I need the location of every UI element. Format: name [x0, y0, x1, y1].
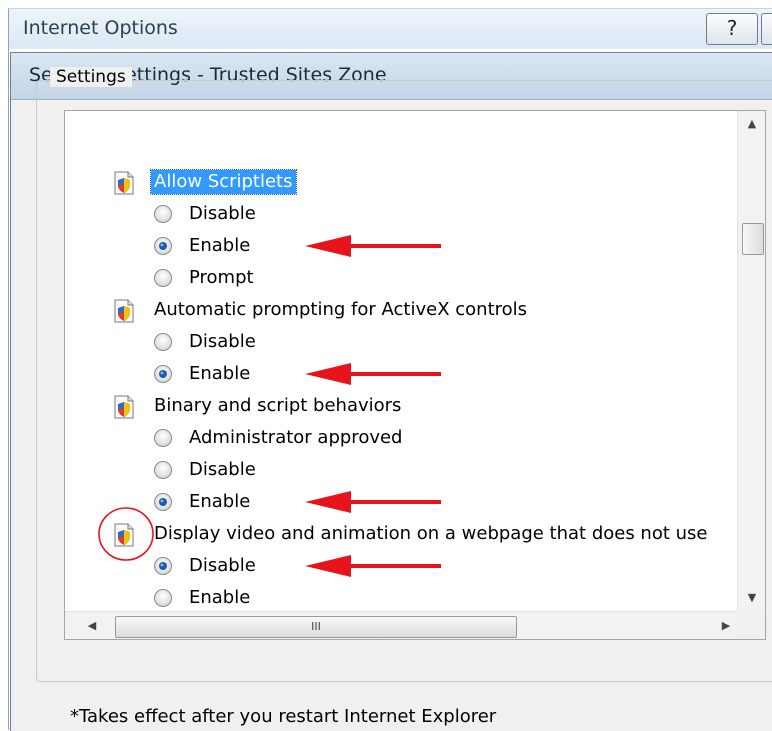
setting-option-label: Enable: [189, 235, 251, 256]
setting-option-label: Enable: [189, 587, 251, 608]
shield-settings-icon: [113, 395, 135, 419]
setting-option-label: Enable: [189, 363, 251, 384]
setting-category-label: Display video and animation on a webpage…: [154, 523, 708, 544]
internet-options-window: Internet Options ? Security Settings - T…: [0, 0, 772, 731]
shield-settings-icon: [113, 299, 135, 323]
red-arrow-annotation: [305, 551, 445, 581]
radio-button[interactable]: [153, 428, 173, 448]
scrollbar-corner: [737, 611, 765, 639]
radio-button[interactable]: [153, 588, 173, 608]
setting-category-row[interactable]: Display video and animation on a webpage…: [65, 518, 737, 550]
radio-button[interactable]: [153, 268, 173, 288]
settings-tree-viewport: Allow Scriptlets Disable Enable Prompt Autom…: [65, 111, 737, 611]
setting-option-row[interactable]: Prompt: [65, 262, 737, 294]
radio-button[interactable]: [153, 460, 173, 480]
setting-option-label: Enable: [189, 491, 251, 512]
setting-option-row[interactable]: Disable: [65, 198, 737, 230]
settings-tree-list[interactable]: Allow Scriptlets Disable Enable Prompt Autom…: [64, 110, 766, 640]
scroll-right-button[interactable]: ▶: [713, 612, 739, 639]
setting-option-label: Disable: [189, 555, 256, 576]
outer-window-title: Internet Options: [23, 17, 178, 39]
setting-option-row[interactable]: Administrator approved: [65, 422, 737, 454]
close-button[interactable]: [761, 13, 772, 45]
scroll-up-button[interactable]: ▲: [738, 111, 765, 137]
radio-button-checked[interactable]: [153, 364, 173, 384]
radio-button-checked[interactable]: [153, 236, 173, 256]
vertical-scroll-thumb[interactable]: [742, 223, 764, 255]
radio-button-checked[interactable]: [153, 556, 173, 576]
red-arrow-annotation: [305, 359, 445, 389]
setting-category-row[interactable]: Automatic prompting for ActiveX controls: [65, 294, 737, 326]
setting-option-label: Disable: [189, 459, 256, 480]
setting-option-label: Administrator approved: [189, 427, 403, 448]
setting-category-label: Allow Scriptlets: [150, 169, 297, 195]
setting-option-row[interactable]: Enable: [65, 582, 737, 611]
setting-option-label: Disable: [189, 331, 256, 352]
radio-button[interactable]: [153, 204, 173, 224]
setting-option-row[interactable]: Disable: [65, 454, 737, 486]
setting-category-row[interactable]: Binary and script behaviors: [65, 390, 737, 422]
shield-settings-icon: [113, 171, 135, 195]
scroll-down-button[interactable]: ▼: [738, 585, 765, 611]
scroll-left-button[interactable]: ◀: [79, 612, 105, 639]
setting-category-row[interactable]: Allow Scriptlets: [65, 166, 737, 198]
setting-category-label: Automatic prompting for ActiveX controls: [154, 299, 528, 320]
outer-window-border: [8, 48, 9, 730]
setting-option-label: Prompt: [189, 267, 254, 288]
setting-option-row[interactable]: Disable: [65, 326, 737, 358]
setting-option-label: Disable: [189, 203, 256, 224]
radio-button[interactable]: [153, 332, 173, 352]
setting-category-label: Binary and script behaviors: [154, 395, 402, 416]
vertical-scrollbar[interactable]: ▲ ▼: [737, 111, 765, 611]
horizontal-scroll-thumb[interactable]: III: [115, 616, 517, 638]
outer-titlebar: Internet Options ?: [8, 8, 772, 49]
red-arrow-annotation: [305, 487, 445, 517]
red-arrow-annotation: [305, 231, 445, 261]
help-button[interactable]: ?: [706, 13, 758, 45]
settings-group-label: Settings: [50, 67, 132, 87]
restart-footnote: *Takes effect after you restart Internet…: [70, 706, 497, 727]
horizontal-scrollbar[interactable]: ◀ III ▶: [65, 611, 739, 639]
